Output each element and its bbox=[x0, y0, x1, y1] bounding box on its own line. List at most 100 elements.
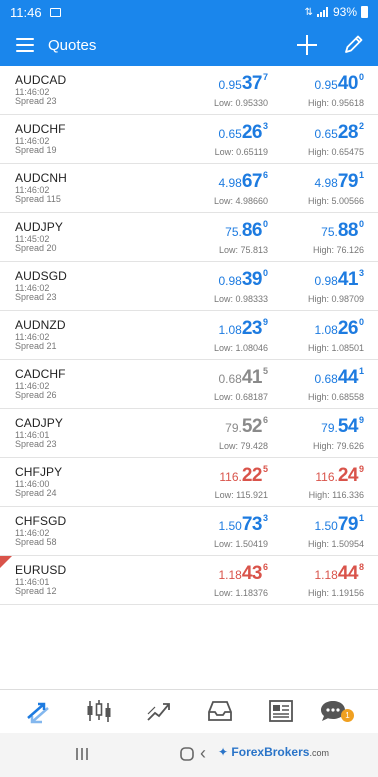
bid-price-fraction: 7 bbox=[262, 72, 268, 82]
ask-price-prefix: 75. bbox=[321, 225, 338, 239]
quote-row[interactable]: AUDSGD 11:46:02 Spread 23 0.98390 0.98413 Low… bbox=[0, 262, 378, 311]
ask-price-fraction: 0 bbox=[358, 219, 364, 229]
ask-price-pips: 44 bbox=[337, 367, 359, 388]
quotes-icon[interactable] bbox=[24, 698, 52, 724]
ask-price-prefix: 1.50 bbox=[314, 519, 338, 533]
ask-price-prefix: 0.95 bbox=[314, 78, 338, 92]
battery-icon bbox=[361, 6, 368, 18]
quote-row[interactable]: AUDCHF 11:46:02 Spread 19 0.65263 0.65282 Low… bbox=[0, 115, 378, 164]
bid-price[interactable]: 79.526 bbox=[225, 415, 268, 438]
app-bar: Quotes bbox=[0, 24, 378, 66]
bottom-navigation bbox=[0, 689, 378, 733]
high-value: High: 1.50954 bbox=[307, 539, 364, 549]
bid-price[interactable]: 0.98390 bbox=[218, 268, 268, 291]
watermark-brand-a: Forex bbox=[231, 745, 265, 759]
bid-price-pips: 26 bbox=[241, 122, 263, 143]
history-icon[interactable] bbox=[206, 698, 234, 724]
high-value: High: 76.126 bbox=[312, 245, 364, 255]
bid-price[interactable]: 4.98676 bbox=[218, 170, 268, 193]
ask-price-pips: 28 bbox=[337, 122, 359, 143]
bid-price-pips: 67 bbox=[241, 171, 263, 192]
high-value: High: 1.19156 bbox=[307, 588, 364, 598]
data-arrows-icon: ⇅ bbox=[304, 6, 313, 18]
bid-price-fraction: 6 bbox=[262, 415, 268, 425]
ask-price-fraction: 0 bbox=[358, 317, 364, 327]
high-value: High: 0.68558 bbox=[307, 392, 364, 402]
watermark: ✦ ForexBrokers.com bbox=[218, 745, 329, 759]
quote-row[interactable]: CHFJPY 11:46:00 Spread 24 116.225 116.249 Low… bbox=[0, 458, 378, 507]
bid-price-prefix: 0.65 bbox=[218, 127, 242, 141]
low-value: Low: 1.08046 bbox=[213, 343, 268, 353]
selection-marker bbox=[0, 556, 12, 568]
trade-icon[interactable] bbox=[145, 698, 173, 724]
ask-price-fraction: 9 bbox=[358, 415, 364, 425]
ask-price[interactable]: 1.50791 bbox=[314, 513, 364, 536]
edit-icon[interactable] bbox=[343, 33, 365, 55]
bid-price-pips: 52 bbox=[241, 416, 263, 437]
ask-price[interactable]: 0.68441 bbox=[314, 366, 364, 389]
quote-row[interactable]: AUDJPY 11:45:02 Spread 20 75.860 75.880 Low: … bbox=[0, 213, 378, 262]
bid-price-fraction: 0 bbox=[262, 268, 268, 278]
news-icon[interactable] bbox=[267, 698, 295, 724]
quote-row[interactable]: AUDCNH 11:46:02 Spread 115 4.98676 4.98791 Lo… bbox=[0, 164, 378, 213]
home-icon[interactable] bbox=[179, 746, 195, 762]
ask-price[interactable]: 75.880 bbox=[321, 219, 364, 242]
quote-row[interactable]: AUDNZD 11:46:02 Spread 21 1.08239 1.08260 Low… bbox=[0, 311, 378, 360]
ask-price[interactable]: 0.95400 bbox=[314, 72, 364, 95]
bid-price[interactable]: 1.08239 bbox=[218, 317, 268, 340]
ask-price-prefix: 79. bbox=[321, 421, 338, 435]
high-value: High: 0.98709 bbox=[307, 294, 364, 304]
low-value: Low: 1.50419 bbox=[213, 539, 268, 549]
ask-price[interactable]: 0.98413 bbox=[314, 268, 364, 291]
ask-price[interactable]: 1.18448 bbox=[314, 562, 364, 585]
quote-row[interactable]: CADCHF 11:46:02 Spread 26 0.68415 0.68441 Low… bbox=[0, 360, 378, 409]
ask-price[interactable]: 116.249 bbox=[315, 464, 364, 487]
spread: Spread 24 bbox=[15, 488, 57, 498]
quote-row[interactable]: AUDCAD 11:46:02 Spread 23 0.95377 0.95400 Low… bbox=[0, 66, 378, 115]
quote-row[interactable]: EURUSD 11:46:01 Spread 12 1.18436 1.18448 Low… bbox=[0, 556, 378, 605]
spread: Spread 115 bbox=[15, 194, 61, 204]
quote-row[interactable]: CHFSGD 11:46:02 Spread 58 1.50733 1.50791 Low… bbox=[0, 507, 378, 556]
quote-row[interactable]: CADJPY 11:46:01 Spread 23 79.526 79.549 Low: … bbox=[0, 409, 378, 458]
symbol-name: CADJPY bbox=[15, 416, 63, 430]
ask-price[interactable]: 1.08260 bbox=[314, 317, 364, 340]
bid-price-pips: 22 bbox=[241, 465, 263, 486]
ask-price-pips: 26 bbox=[337, 318, 359, 339]
ask-price-prefix: 0.68 bbox=[314, 372, 338, 386]
bid-price[interactable]: 0.95377 bbox=[218, 72, 268, 95]
recents-icon[interactable] bbox=[74, 746, 90, 762]
bid-price[interactable]: 1.50733 bbox=[218, 513, 268, 536]
bid-price-fraction: 6 bbox=[262, 170, 268, 180]
bid-price-prefix: 4.98 bbox=[218, 176, 242, 190]
bid-price[interactable]: 75.860 bbox=[225, 219, 268, 242]
high-value: High: 0.65475 bbox=[307, 147, 364, 157]
bid-price[interactable]: 1.18436 bbox=[218, 562, 268, 585]
symbol-name: CADCHF bbox=[15, 367, 66, 381]
ask-price-prefix: 0.65 bbox=[314, 127, 338, 141]
ask-price-pips: 40 bbox=[337, 73, 359, 94]
menu-icon[interactable] bbox=[16, 38, 34, 52]
ask-price-fraction: 0 bbox=[358, 72, 364, 82]
low-value: Low: 0.98333 bbox=[213, 294, 268, 304]
ask-price-pips: 79 bbox=[337, 171, 359, 192]
bid-price-pips: 86 bbox=[241, 220, 263, 241]
ask-price-pips: 88 bbox=[337, 220, 359, 241]
add-symbol-icon[interactable] bbox=[296, 34, 318, 57]
low-value: Low: 79.428 bbox=[218, 441, 268, 451]
symbol-name: AUDNZD bbox=[15, 318, 66, 332]
ask-price-prefix: 116. bbox=[315, 470, 338, 484]
chart-icon[interactable] bbox=[85, 698, 113, 724]
bid-price-prefix: 1.08 bbox=[218, 323, 242, 337]
ask-price-fraction: 9 bbox=[358, 464, 364, 474]
bid-price[interactable]: 116.225 bbox=[219, 464, 268, 487]
ask-price[interactable]: 79.549 bbox=[321, 415, 364, 438]
bid-price[interactable]: 0.65263 bbox=[218, 121, 268, 144]
back-icon[interactable]: ‹ bbox=[200, 743, 206, 764]
ask-price[interactable]: 4.98791 bbox=[314, 170, 364, 193]
ask-price[interactable]: 0.65282 bbox=[314, 121, 364, 144]
bid-price-prefix: 0.95 bbox=[218, 78, 242, 92]
ask-price-pips: 24 bbox=[337, 465, 359, 486]
bid-price[interactable]: 0.68415 bbox=[218, 366, 268, 389]
spread: Spread 20 bbox=[15, 243, 57, 253]
ask-price-pips: 79 bbox=[337, 514, 359, 535]
